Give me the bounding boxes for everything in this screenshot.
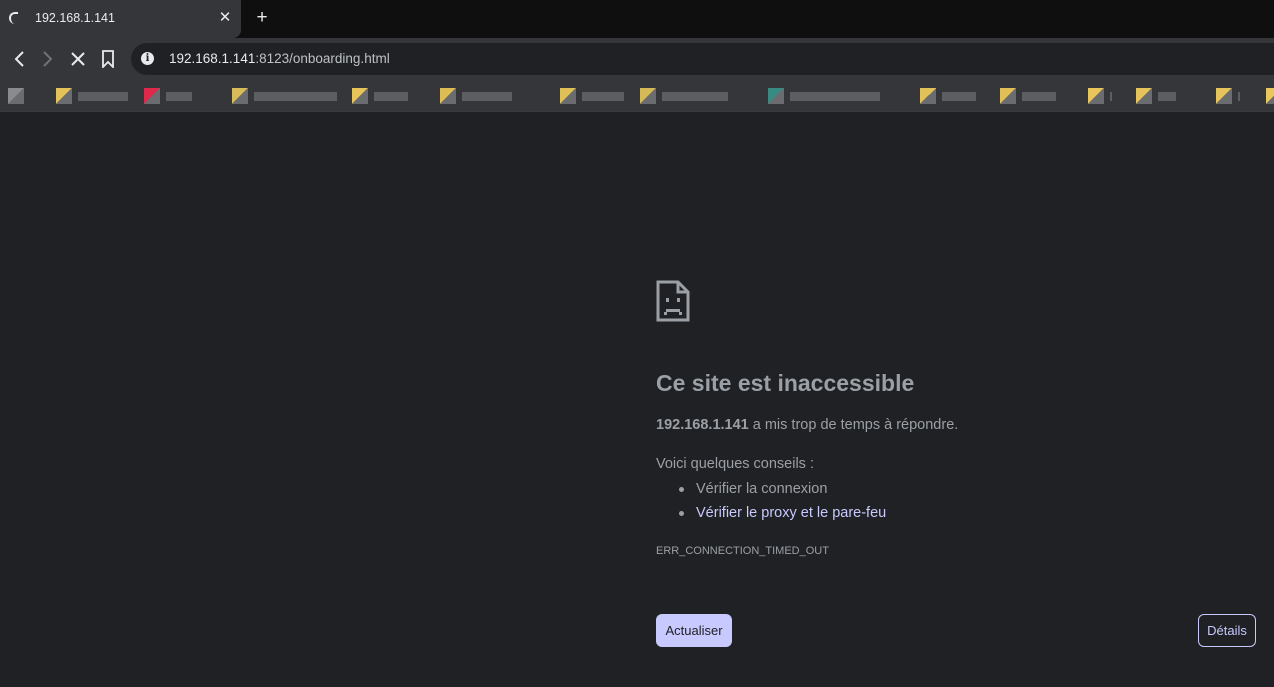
error-title: Ce site est inaccessible bbox=[656, 370, 915, 396]
bookmark-label-obscured bbox=[942, 92, 976, 101]
bookmark-favicon-icon bbox=[352, 88, 368, 104]
chevron-right-icon[interactable] bbox=[37, 47, 59, 71]
bookmark-favicon-icon bbox=[1088, 88, 1104, 104]
error-host: 192.168.1.141 bbox=[656, 417, 749, 433]
toolbar: i 192.168.1.141:8123/onboarding.html bbox=[0, 38, 1274, 80]
bookmark-label-obscured bbox=[790, 92, 880, 101]
tab-strip: 192.168.1.141 ✕ + bbox=[0, 0, 1274, 38]
bookmark-favicon-icon bbox=[1136, 88, 1152, 104]
bookmark-favicon-icon bbox=[560, 88, 576, 104]
plus-icon[interactable]: + bbox=[253, 8, 271, 28]
bookmark-favicon-icon bbox=[232, 88, 248, 104]
chevron-left-icon[interactable] bbox=[8, 47, 30, 71]
error-page: Ce site est inaccessible 192.168.1.141 a… bbox=[0, 113, 1274, 687]
bookmark-favicon-icon bbox=[640, 88, 656, 104]
error-description-text: a mis trop de temps à répondre. bbox=[748, 417, 959, 433]
bookmark-label-obscured bbox=[78, 92, 128, 101]
bookmarks-bar bbox=[0, 80, 1274, 112]
sad-page-icon bbox=[656, 280, 690, 322]
tip-check-connection: Vérifier la connexion bbox=[678, 480, 886, 504]
close-icon[interactable]: ✕ bbox=[217, 9, 233, 27]
bookmark-label-obscured bbox=[374, 92, 408, 101]
bookmark-label-obscured bbox=[1158, 92, 1176, 101]
reload-button[interactable]: Actualiser bbox=[656, 614, 732, 647]
bookmark-icon[interactable] bbox=[97, 47, 119, 71]
bookmark-favicon-icon bbox=[1266, 88, 1274, 104]
bookmark-favicon-icon bbox=[920, 88, 936, 104]
bookmark-label-obscured bbox=[254, 92, 337, 101]
error-code: ERR_CONNECTION_TIMED_OUT bbox=[656, 545, 829, 557]
bookmark-favicon-icon bbox=[1000, 88, 1016, 104]
bookmark-label-obscured bbox=[166, 92, 192, 101]
bookmark-favicon-icon bbox=[144, 88, 160, 104]
tab-active[interactable]: 192.168.1.141 ✕ bbox=[0, 0, 241, 38]
bookmark-favicon-icon bbox=[768, 88, 784, 104]
tab-title: 192.168.1.141 bbox=[35, 11, 115, 25]
bookmark-label-obscured bbox=[582, 92, 624, 101]
bookmark-label-obscured bbox=[1238, 92, 1240, 101]
bookmark-label-obscured bbox=[662, 92, 728, 101]
loading-spinner-icon bbox=[9, 12, 18, 24]
address-bar[interactable]: i 192.168.1.141:8123/onboarding.html bbox=[131, 43, 1274, 75]
tips-title: Voici quelques conseils : bbox=[656, 456, 814, 472]
bookmark-favicon-icon bbox=[1216, 88, 1232, 104]
bookmark-favicon-icon bbox=[8, 88, 24, 104]
url-path: :8123/onboarding.html bbox=[255, 51, 390, 66]
bookmark-label-obscured bbox=[1110, 92, 1112, 101]
info-icon[interactable]: i bbox=[141, 52, 154, 65]
bookmark-favicon-icon bbox=[440, 88, 456, 104]
bookmark-label-obscured bbox=[1022, 92, 1056, 101]
tip-check-proxy-link[interactable]: Vérifier le proxy et le pare-feu bbox=[678, 504, 886, 528]
tips-list: Vérifier la connexion Vérifier le proxy … bbox=[678, 480, 886, 528]
bookmark-favicon-icon bbox=[56, 88, 72, 104]
error-description: 192.168.1.141 a mis trop de temps à répo… bbox=[656, 417, 958, 433]
details-button[interactable]: Détails bbox=[1198, 614, 1256, 647]
stop-x-icon[interactable] bbox=[67, 47, 89, 71]
url-text[interactable]: 192.168.1.141:8123/onboarding.html bbox=[169, 51, 390, 66]
url-host: 192.168.1.141 bbox=[169, 51, 256, 66]
bookmark-label-obscured bbox=[462, 92, 512, 101]
